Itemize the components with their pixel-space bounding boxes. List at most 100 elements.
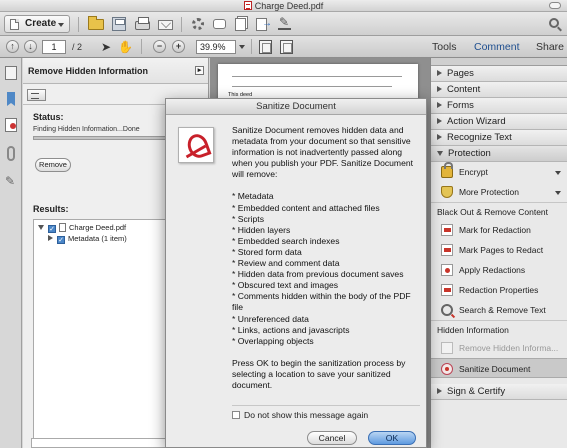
tool-mark-redaction[interactable]: Mark for Redaction <box>431 220 567 240</box>
tree-item-file[interactable]: ✓ Charge Deed.pdf <box>38 223 126 233</box>
document-icon <box>10 19 19 30</box>
page-total: / 2 <box>72 42 83 52</box>
tab-share[interactable]: Share <box>536 36 564 58</box>
hand-tool-icon[interactable]: ✋ <box>118 40 133 54</box>
select-cursor-icon[interactable]: ➤ <box>100 40 112 54</box>
zoom-in-icon[interactable]: + <box>172 40 185 53</box>
blackout-heading: Black Out & Remove Content <box>431 202 567 220</box>
tool-label: Mark for Redaction <box>459 225 531 235</box>
window-titlebar: Charge Deed.pdf <box>0 0 567 12</box>
create-button[interactable]: Create <box>4 15 70 33</box>
section-label: Forms <box>447 100 474 111</box>
bookmark-icon[interactable] <box>7 92 15 106</box>
section-label: Action Wizard <box>447 116 506 127</box>
divider <box>232 405 420 406</box>
tool-label: Encrypt <box>459 167 488 177</box>
acrobat-logo-icon <box>178 127 214 163</box>
status-label: Status: <box>33 112 64 122</box>
chevron-down-icon[interactable] <box>239 45 245 49</box>
sanitize-dialog: Sanitize Document Sanitize Document remo… <box>165 98 427 448</box>
options-menu-icon[interactable] <box>27 89 46 101</box>
hidden-info-heading: Hidden Information <box>431 320 567 338</box>
tool-search-remove[interactable]: Search & Remove Text <box>431 300 567 320</box>
remove-hidden-info-icon[interactable] <box>5 118 17 132</box>
chevron-down-icon <box>555 171 561 175</box>
remove-button[interactable]: Remove <box>35 158 71 172</box>
tab-comment[interactable]: Comment <box>474 36 520 58</box>
sign-icon[interactable] <box>278 15 291 30</box>
panel-grip <box>431 58 567 66</box>
list-item: * Hidden layers <box>232 224 291 235</box>
checkbox-label: Do not show this message again <box>244 410 369 420</box>
page-number-input[interactable]: 1 <box>42 40 66 54</box>
search-remove-icon <box>441 304 453 316</box>
print-icon[interactable] <box>135 17 150 30</box>
list-item: * Embedded content and attached files <box>232 202 380 213</box>
tree-file-label: Charge Deed.pdf <box>69 223 127 232</box>
list-item: * Hidden data from previous document sav… <box>232 269 404 280</box>
navigation-toolbar: ↑ ↓ 1 / 2 ➤ ✋ − + 39.9% Tools Comment Sh… <box>0 36 567 58</box>
full-screen-icon[interactable] <box>280 40 293 54</box>
section-recognize-text[interactable]: Recognize Text <box>431 130 567 146</box>
tool-more-protection[interactable]: More Protection <box>431 182 567 202</box>
combine-pages-icon[interactable] <box>235 18 246 31</box>
tool-label: Sanitize Document <box>459 364 531 374</box>
close-panel-icon[interactable]: ▸ <box>195 66 204 75</box>
shield-icon <box>441 186 453 198</box>
fit-page-icon[interactable] <box>259 40 272 54</box>
zoom-field[interactable]: 39.9% <box>196 40 236 54</box>
zoom-out-icon[interactable]: − <box>153 40 166 53</box>
list-item: * Links, actions and javascripts <box>232 324 350 335</box>
attachments-paperclip-icon[interactable] <box>7 146 15 161</box>
redaction-marker-icon <box>441 224 453 236</box>
list-item: * Comments hidden within the body of the… <box>232 291 411 313</box>
comment-icon[interactable] <box>213 19 226 29</box>
page-thumbnails-icon[interactable] <box>5 66 17 80</box>
expand-arrow-icon <box>437 70 442 76</box>
checkbox-checked-icon[interactable]: ✓ <box>48 225 56 233</box>
list-item: * Scripts <box>232 213 264 224</box>
tab-tools[interactable]: Tools <box>432 36 457 58</box>
settings-gear-icon[interactable] <box>192 18 204 30</box>
section-action-wizard[interactable]: Action Wizard <box>431 114 567 130</box>
section-pages[interactable]: Pages <box>431 66 567 82</box>
panel-header: Remove Hidden Information ▸ <box>23 58 208 84</box>
tool-label: Mark Pages to Redact <box>459 245 544 255</box>
signatures-icon[interactable]: ✎ <box>5 174 17 188</box>
chevron-down-icon <box>555 191 561 195</box>
tool-encrypt[interactable]: Encrypt <box>431 162 567 182</box>
previous-page-icon[interactable]: ↑ <box>6 40 19 53</box>
section-label: Recognize Text <box>447 132 512 143</box>
tool-redaction-properties[interactable]: Redaction Properties <box>431 280 567 300</box>
navigation-pane: ✎ <box>0 58 22 448</box>
section-label: Content <box>447 84 481 95</box>
tool-sanitize-document[interactable]: Sanitize Document <box>431 358 567 378</box>
expand-arrow-icon[interactable] <box>38 225 44 230</box>
save-icon[interactable] <box>112 17 126 31</box>
section-label: Pages <box>447 68 474 79</box>
next-page-icon[interactable]: ↓ <box>24 40 37 53</box>
checkbox-unchecked-icon[interactable] <box>232 411 240 419</box>
ok-button[interactable]: OK <box>368 431 416 445</box>
window-title: Charge Deed.pdf <box>254 1 324 11</box>
dialog-intro: Sanitize Document removes hidden data an… <box>232 125 414 180</box>
open-folder-icon[interactable] <box>88 16 104 30</box>
dont-show-again-checkbox[interactable]: Do not show this message again <box>232 410 368 421</box>
email-icon[interactable] <box>158 20 173 30</box>
section-content[interactable]: Content <box>431 82 567 98</box>
tool-apply-redactions[interactable]: Apply Redactions <box>431 260 567 280</box>
search-icon[interactable] <box>549 18 559 28</box>
tool-mark-pages[interactable]: Mark Pages to Redact <box>431 240 567 260</box>
section-forms[interactable]: Forms <box>431 98 567 114</box>
text-line <box>232 86 392 87</box>
cancel-button[interactable]: Cancel <box>307 431 357 445</box>
export-icon[interactable] <box>256 18 272 31</box>
status-text: Finding Hidden Information...Done <box>33 126 140 133</box>
toolbar-toggle-button[interactable] <box>549 2 561 9</box>
tree-item-metadata[interactable]: ✓ Metadata (1 item) <box>48 234 127 244</box>
section-sign-certify[interactable]: Sign & Certify <box>431 384 567 400</box>
section-protection[interactable]: Protection <box>431 146 567 162</box>
expand-arrow-icon[interactable] <box>48 235 53 241</box>
tool-remove-hidden[interactable]: Remove Hidden Informa... <box>431 338 567 358</box>
checkbox-checked-icon[interactable]: ✓ <box>57 236 65 244</box>
